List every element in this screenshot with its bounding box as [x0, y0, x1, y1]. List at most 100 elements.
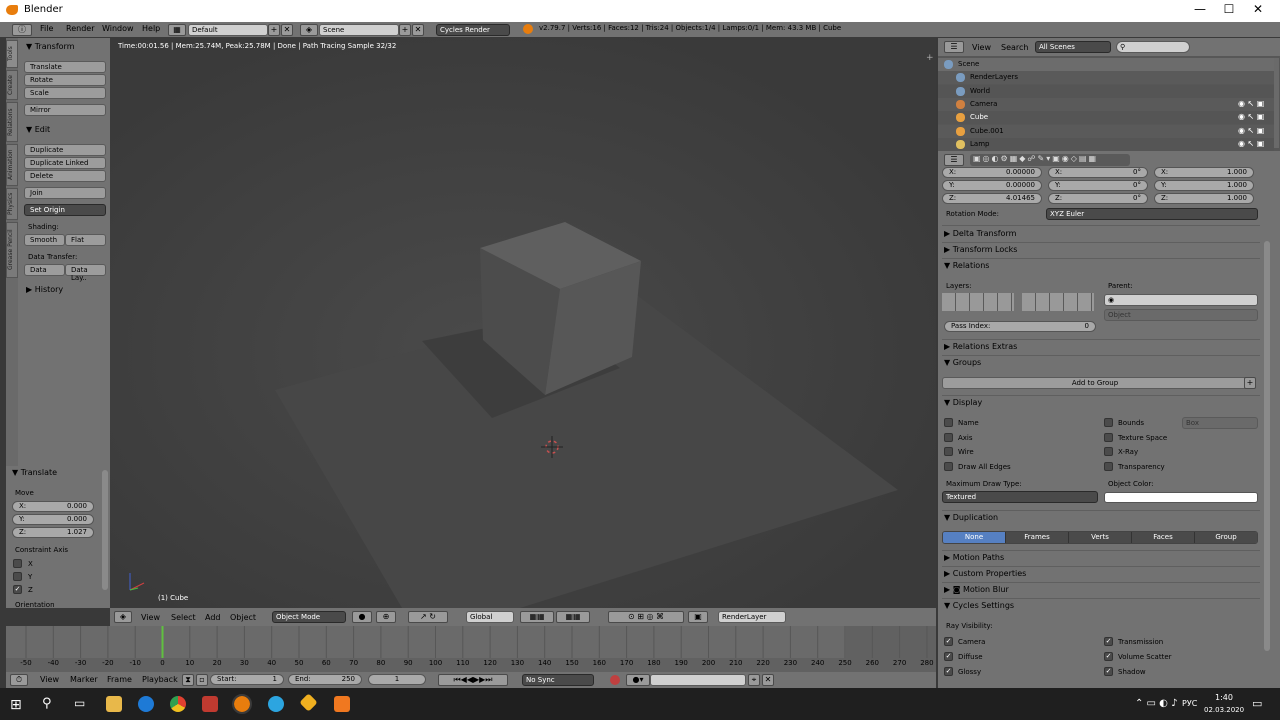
translate-button[interactable]: Translate — [24, 61, 106, 73]
ray-glossy-checkbox[interactable]: ✓ — [944, 667, 953, 676]
visibility-toggle-icons[interactable]: ◉ ↖ ▣ — [1238, 112, 1264, 121]
blender-taskbar-icon[interactable] — [232, 694, 252, 714]
render-preview-icon[interactable]: ▣ — [688, 611, 708, 623]
data-button[interactable]: Data — [24, 264, 65, 276]
snap-tools-icons[interactable]: ⊙ ⊞ ◎ ⌘ — [608, 611, 684, 623]
tab-relations[interactable]: Relations — [6, 102, 18, 142]
3d-viewport[interactable]: Time:00:01.56 | Mem:25.74M, Peak:25.78M … — [110, 38, 936, 608]
layers-grid-left[interactable] — [942, 293, 1014, 311]
rotation-mode-select[interactable]: XYZ Euler — [1046, 208, 1258, 220]
view3d-editor-icon[interactable]: ◈ — [114, 611, 132, 623]
cycles-settings-panel[interactable]: ▼ Cycles Settings — [944, 601, 1014, 610]
edge-browser-icon[interactable] — [138, 696, 154, 712]
dup-group-button[interactable]: Group — [1194, 532, 1257, 543]
menu-help[interactable]: Help — [142, 24, 160, 33]
menu-render[interactable]: Render — [66, 24, 94, 33]
screen-layout-field[interactable]: Default — [188, 24, 268, 36]
edit-panel-header[interactable]: ▼ Edit — [26, 125, 50, 134]
outliner-item[interactable]: Cube.001 ◉ ↖ ▣ — [938, 124, 1274, 138]
layers-grid-b[interactable]: ▦▦ — [556, 611, 590, 623]
render-engine-select[interactable]: Cycles Render — [436, 24, 510, 36]
delete-button[interactable]: Delete — [24, 170, 106, 182]
notifications-icon[interactable]: ▭ — [1252, 697, 1262, 710]
axis-checkbox[interactable] — [944, 433, 953, 442]
max-draw-type-select[interactable]: Textured — [942, 491, 1098, 503]
move-x-field[interactable]: X: 0.000 — [12, 501, 94, 512]
move-y-field[interactable]: Y: 0.000 — [12, 514, 94, 525]
record-icon[interactable] — [610, 675, 620, 685]
view-menu[interactable]: View — [141, 613, 160, 622]
playback-controls-icons[interactable]: ⏮◀◀▶▶⏭ — [438, 674, 508, 686]
relations-panel[interactable]: ▼ Relations — [944, 261, 989, 270]
maximize-button[interactable]: ☐ — [1213, 2, 1245, 16]
outliner-search-menu[interactable]: Search — [1001, 43, 1028, 52]
language-indicator[interactable]: РУС — [1182, 699, 1197, 708]
scene-field[interactable]: Scene — [319, 24, 399, 36]
move-z-field[interactable]: Z: 1.027 — [12, 527, 94, 538]
outliner-item[interactable]: Camera ◉ ↖ ▣ — [938, 97, 1274, 111]
bounds-checkbox[interactable] — [1104, 418, 1113, 427]
preview-range-icon[interactable]: ⧗ — [182, 674, 194, 686]
current-frame-field[interactable]: 1 — [368, 674, 426, 685]
timeline[interactable]: -50 -40 -30 -20 -10 0 10 20 30 40 50 60 70 80 90 100 110… — [6, 626, 936, 672]
smooth-button[interactable]: Smooth — [24, 234, 65, 246]
clock-time[interactable]: 1:40 — [1215, 693, 1233, 702]
draw-all-edges-checkbox[interactable] — [944, 462, 953, 471]
telegram-icon[interactable] — [268, 696, 284, 712]
ray-volume-scatter-checkbox[interactable]: ✓ — [1104, 652, 1113, 661]
flat-button[interactable]: Flat — [65, 234, 106, 246]
outliner-scrollbar[interactable] — [1274, 58, 1279, 148]
duplicate-linked-button[interactable]: Duplicate Linked — [24, 157, 106, 169]
outliner-item[interactable]: Lamp ◉ ↖ ▣ — [938, 137, 1274, 151]
constraint-z-checkbox[interactable]: ✓ — [13, 585, 22, 594]
transform-panel-header[interactable]: ▼ Transform — [26, 42, 75, 51]
timeline-editor-icon[interactable]: ⏱ — [10, 674, 28, 686]
object-color-swatch[interactable] — [1104, 492, 1258, 503]
screen-layout-icon[interactable]: ▦ — [168, 24, 186, 36]
outliner-search-input[interactable]: ⚲ — [1116, 41, 1190, 53]
start-frame-field[interactable]: Start: 1 — [210, 674, 284, 685]
relations-extras-panel[interactable]: ▶ Relations Extras — [944, 342, 1017, 351]
wire-checkbox[interactable] — [944, 447, 953, 456]
tab-grease-pencil[interactable]: Grease Pencil — [6, 222, 18, 278]
constraint-y-checkbox[interactable] — [13, 572, 22, 581]
app-triangle-icon[interactable] — [299, 693, 318, 712]
dup-frames-button[interactable]: Frames — [1005, 532, 1068, 543]
transform-locks-panel[interactable]: ▶ Transform Locks — [944, 245, 1017, 254]
texture-space-checkbox[interactable] — [1104, 433, 1113, 442]
outliner-editor-icon[interactable]: ☰ — [944, 41, 964, 53]
tab-physics[interactable]: Physics — [6, 188, 18, 220]
rot-z-field[interactable]: Z: 0° — [1048, 193, 1148, 204]
motion-paths-panel[interactable]: ▶ Motion Paths — [944, 553, 1004, 562]
duplicate-button[interactable]: Duplicate — [24, 144, 106, 156]
sync-mode-select[interactable]: No Sync — [522, 674, 594, 686]
delta-transform-panel[interactable]: ▶ Delta Transform — [944, 229, 1016, 238]
ray-shadow-checkbox[interactable]: ✓ — [1104, 667, 1113, 676]
render-layer-field[interactable]: RenderLayer — [718, 611, 786, 623]
add-menu[interactable]: Add — [205, 613, 221, 622]
ray-transmission-checkbox[interactable]: ✓ — [1104, 637, 1113, 646]
add-group-plus-icon[interactable]: + — [1244, 377, 1256, 389]
add-screen-icon[interactable]: + — [268, 24, 280, 36]
layers-grid-a[interactable]: ▦▦ — [520, 611, 554, 623]
file-explorer-icon[interactable] — [106, 696, 122, 712]
object-menu[interactable]: Object — [230, 613, 256, 622]
ray-diffuse-checkbox[interactable]: ✓ — [944, 652, 953, 661]
scl-y-field[interactable]: Y: 1.000 — [1154, 180, 1254, 191]
system-tray-icons[interactable]: ⌃ ▭ ◐ ♪ — [1135, 698, 1177, 709]
history-panel-header[interactable]: ▶ History — [26, 285, 63, 294]
parent-type-select[interactable]: Object — [1104, 309, 1258, 321]
task-view-icon[interactable]: ▭ — [74, 696, 85, 710]
motion-blur-panel[interactable]: ▶ ◙ Motion Blur — [944, 585, 1009, 594]
tab-create[interactable]: Create — [6, 70, 18, 100]
lock-range-icon[interactable]: ▫ — [196, 674, 208, 686]
join-button[interactable]: Join — [24, 187, 106, 199]
pass-index-field[interactable]: Pass Index: 0 — [944, 321, 1096, 332]
end-frame-field[interactable]: End: 250 — [288, 674, 362, 685]
rotate-button[interactable]: Rotate — [24, 74, 106, 86]
transparency-checkbox[interactable] — [1104, 462, 1113, 471]
remove-screen-icon[interactable]: ✕ — [281, 24, 293, 36]
loc-z-field[interactable]: Z: 4.01465 — [942, 193, 1042, 204]
visibility-toggle-icons[interactable]: ◉ ↖ ▣ — [1238, 126, 1264, 135]
data-layout-button[interactable]: Data Lay.. — [65, 264, 106, 282]
